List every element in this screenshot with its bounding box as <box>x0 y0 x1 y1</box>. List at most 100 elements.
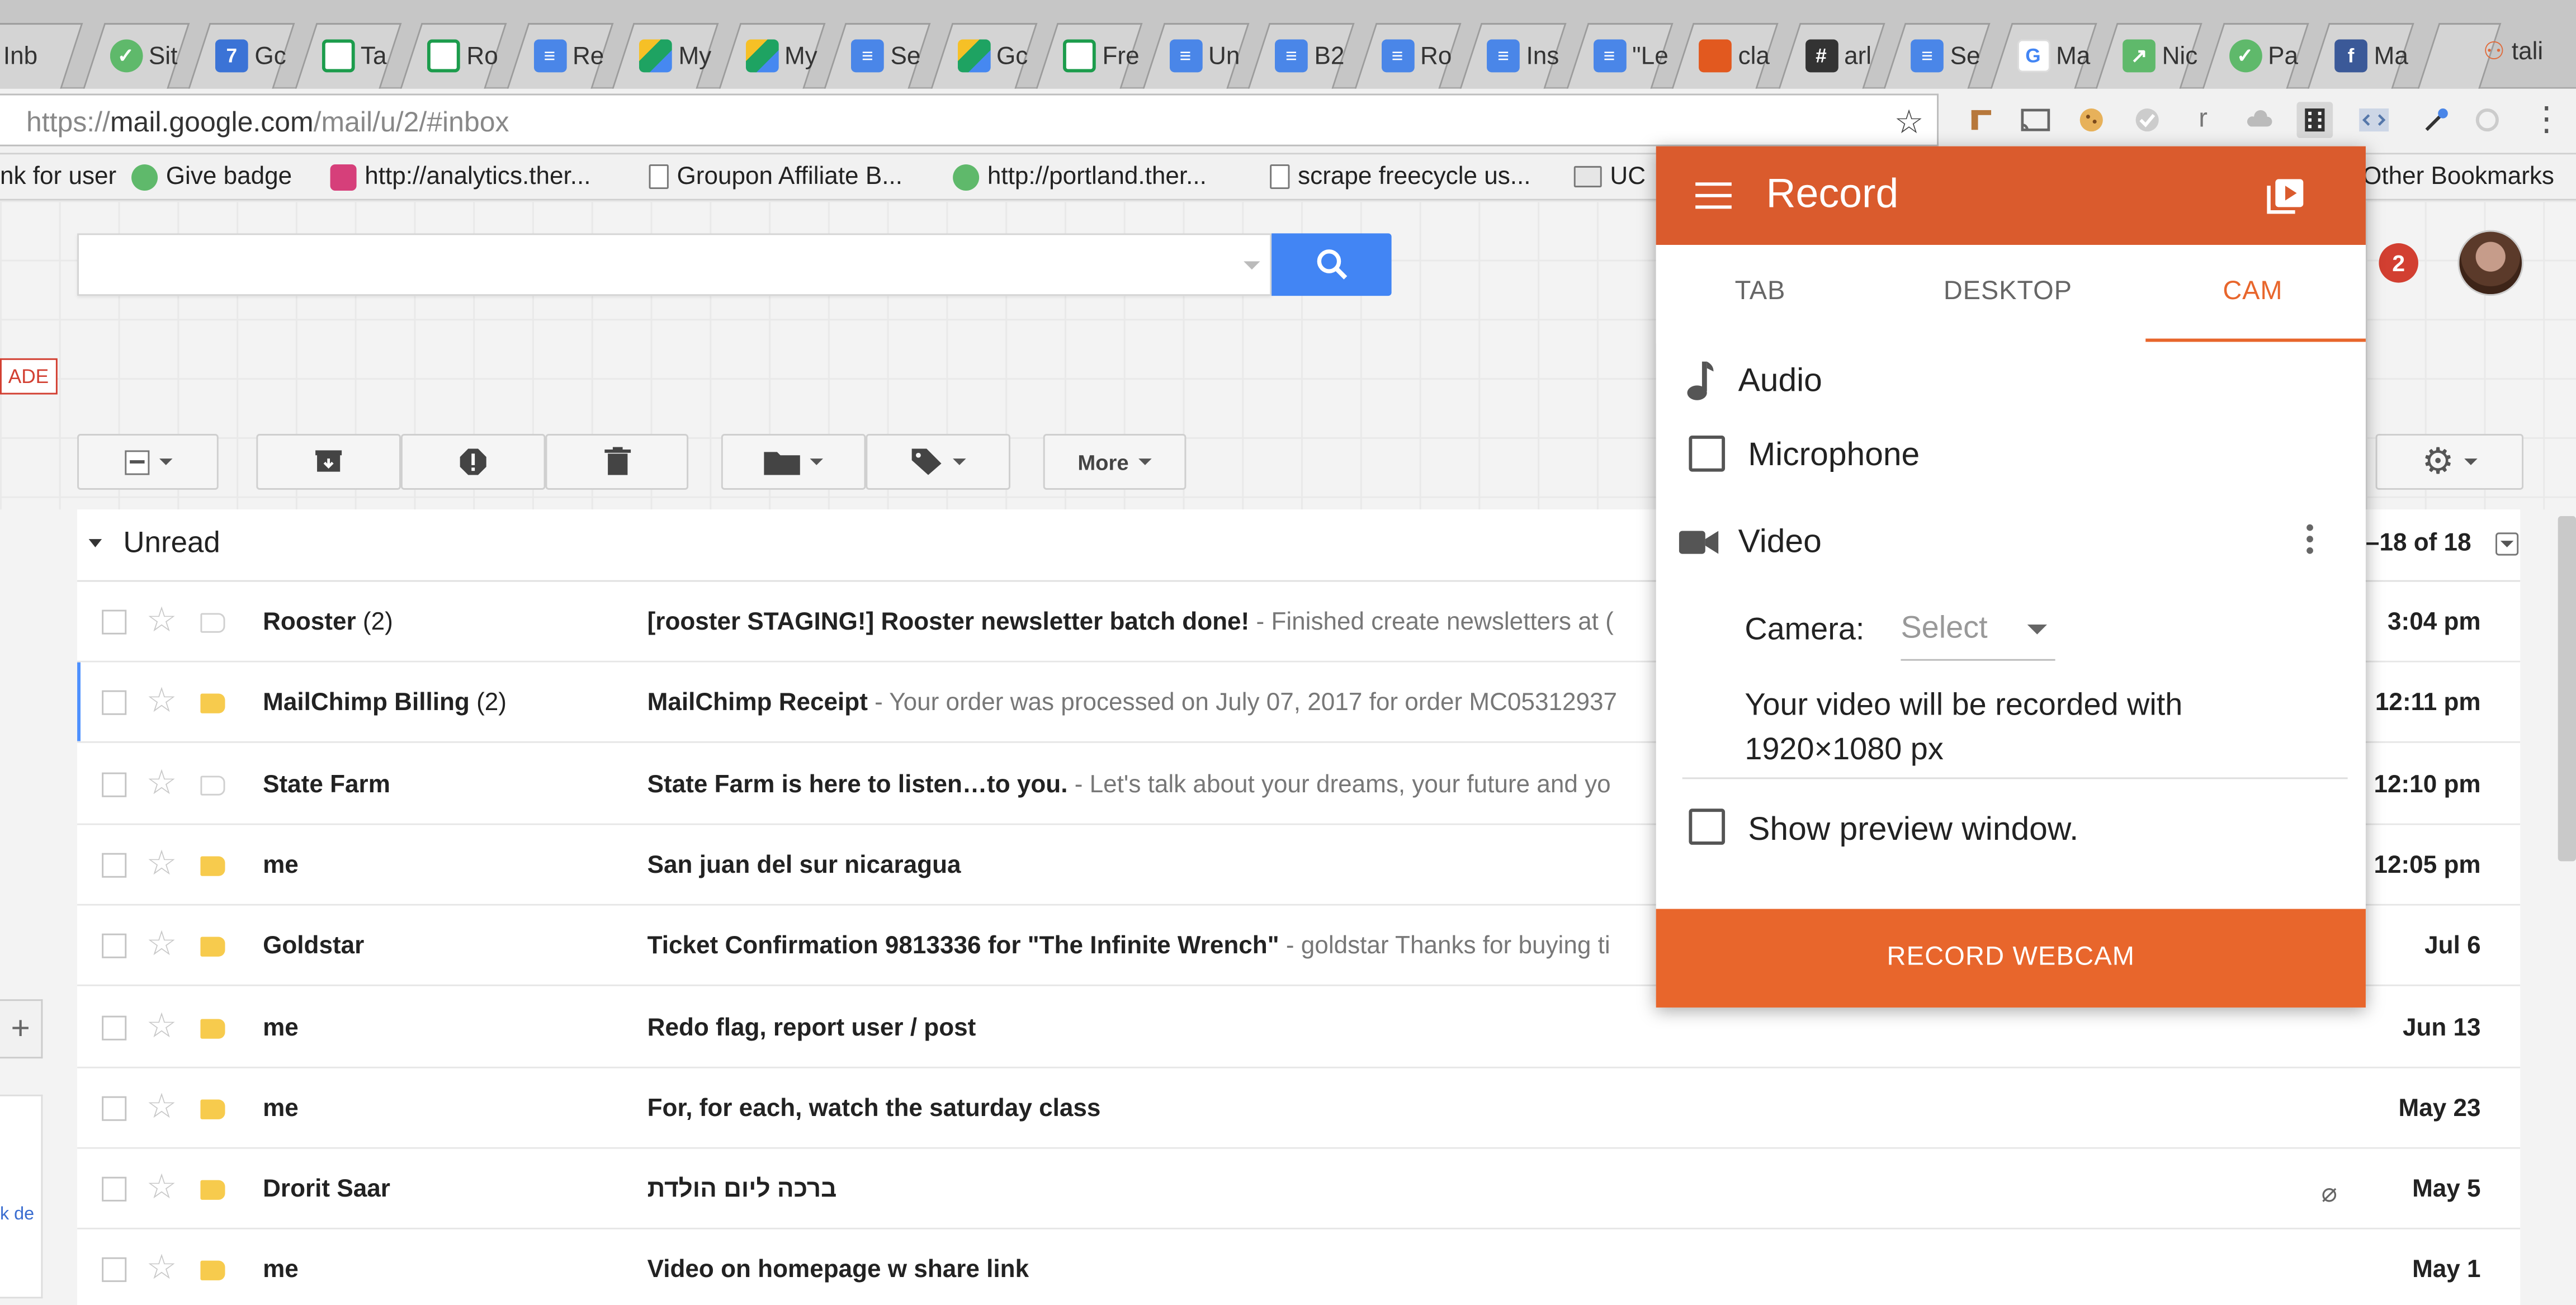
email-row[interactable]: ☆ Drorit Saar ברכה ליום הולדת ⌀ May 5 <box>77 1149 2521 1230</box>
recordings-library-icon[interactable] <box>2264 174 2306 225</box>
docs-favicon-icon: ≡ <box>1487 39 1520 73</box>
bookmark-folder[interactable]: UC <box>1573 163 1646 191</box>
bookmark-item[interactable]: http://portland.ther... <box>953 163 1207 191</box>
browser-tab-content: Ro <box>427 23 513 89</box>
count-dropdown-button[interactable] <box>2495 532 2519 556</box>
row-checkbox[interactable] <box>102 934 127 959</box>
row-checkbox[interactable] <box>102 609 127 635</box>
browser-menu-icon[interactable]: ⋮ <box>2530 98 2563 139</box>
email-snippet: - Finished create newsletters at ( <box>1249 608 1614 636</box>
select-checkbox-button[interactable] <box>77 434 219 490</box>
profile-name[interactable]: ⚇ tali <box>2483 36 2544 66</box>
green-circle-favicon-icon <box>131 163 158 190</box>
importance-marker-icon[interactable] <box>200 1180 225 1200</box>
importance-marker-icon[interactable] <box>200 694 225 714</box>
extension-icon-r[interactable]: r <box>2185 102 2221 138</box>
importance-marker-icon[interactable] <box>200 1018 225 1038</box>
docs-favicon-icon: ≡ <box>533 39 566 73</box>
email-date: May 1 <box>2412 1256 2481 1284</box>
extension-icon-1[interactable] <box>1963 102 2000 138</box>
star-icon[interactable]: ☆ <box>146 843 177 884</box>
importance-marker-icon[interactable] <box>200 613 225 633</box>
address-bar[interactable]: https://mail.google.com/mail/u/2/#inbox … <box>0 93 1939 146</box>
more-label: More <box>1077 449 1129 475</box>
row-checkbox[interactable] <box>102 853 127 878</box>
email-row[interactable]: ☆ me Video on homepage w share link May 1 <box>77 1230 2521 1305</box>
search-button[interactable] <box>1272 233 1392 296</box>
email-row[interactable]: ☆ me For, for each, watch the saturday cl… <box>77 1068 2521 1149</box>
importance-marker-icon[interactable] <box>200 937 225 957</box>
extension-icon-4[interactable] <box>2129 102 2166 138</box>
report-spam-button[interactable] <box>400 434 546 490</box>
bookmark-star-icon[interactable]: ☆ <box>1894 102 1924 143</box>
cast-icon[interactable] <box>2017 102 2054 138</box>
account-avatar[interactable] <box>2457 230 2523 296</box>
tab-cam[interactable]: CAM <box>2223 278 2282 308</box>
browser-tab-label: Ro <box>1420 41 1452 70</box>
row-checkbox[interactable] <box>102 1015 127 1040</box>
cookie-icon[interactable] <box>2073 102 2110 138</box>
scrollbar-thumb[interactable] <box>2558 516 2576 862</box>
importance-marker-icon[interactable] <box>200 1099 225 1119</box>
sender-name: MailChimp Billing <box>263 689 470 717</box>
extension-icon-disabled[interactable] <box>2469 102 2506 138</box>
eyedropper-icon[interactable] <box>2418 102 2455 138</box>
row-checkbox[interactable] <box>102 1096 127 1121</box>
bookmark-item[interactable]: Groupon Affiliate B... <box>649 163 902 191</box>
collapse-arrow-icon[interactable] <box>88 539 102 547</box>
preview-window-label: Show preview window. <box>1748 812 2079 848</box>
camera-select[interactable]: Select <box>1901 612 2055 661</box>
hamburger-menu-icon[interactable] <box>1695 182 1732 217</box>
extension-icon-cloud[interactable] <box>2241 102 2277 138</box>
archive-button[interactable] <box>256 434 401 490</box>
browser-tab-label: My <box>784 41 817 70</box>
bookmark-item[interactable]: http://analytics.ther... <box>330 163 590 191</box>
star-icon[interactable]: ☆ <box>146 1086 177 1127</box>
code-extension-icon[interactable] <box>2356 102 2392 138</box>
bookmark-item[interactable]: nk for user <box>0 163 116 191</box>
star-icon[interactable]: ☆ <box>146 1167 177 1208</box>
mail-search-input[interactable] <box>77 233 1272 296</box>
notification-badge[interactable]: 2 <box>2379 243 2418 283</box>
row-checkbox[interactable] <box>102 1176 127 1202</box>
browser-tab-content: ≡ Ro <box>1381 23 1467 89</box>
chevron-down-icon[interactable] <box>2027 625 2047 635</box>
star-icon[interactable]: ☆ <box>146 681 177 722</box>
microphone-checkbox[interactable] <box>1689 435 1726 472</box>
search-options-caret-icon[interactable] <box>1244 261 1260 270</box>
row-checkbox[interactable] <box>102 691 127 716</box>
record-extension-icon[interactable] <box>2296 102 2333 138</box>
settings-button[interactable]: ⚙ <box>2375 434 2523 490</box>
add-icon[interactable]: + <box>0 999 43 1059</box>
labels-button[interactable] <box>866 434 1010 490</box>
delete-button[interactable] <box>545 434 689 490</box>
bookmark-item[interactable]: scrape freecycle us... <box>1270 163 1531 191</box>
more-button[interactable]: More <box>1043 434 1187 490</box>
email-snippet: - goldstar Thanks for buying ti <box>1279 932 1610 961</box>
upgrade-badge[interactable]: ADE <box>0 358 57 395</box>
star-icon[interactable]: ☆ <box>146 1248 177 1289</box>
record-webcam-button[interactable]: RECORD WEBCAM <box>1656 909 2366 1008</box>
tab-tab[interactable]: TAB <box>1735 278 1786 308</box>
importance-marker-icon[interactable] <box>200 775 225 795</box>
browser-tab-content: Gc <box>957 23 1042 89</box>
email-subject-line: Redo flag, report user / post <box>647 1013 1732 1041</box>
chevron-down-icon <box>2500 541 2514 547</box>
video-options-icon[interactable] <box>2306 524 2313 559</box>
bookmark-item[interactable]: Give badge <box>131 163 292 191</box>
preview-window-checkbox[interactable] <box>1689 808 1726 845</box>
tab-desktop[interactable]: DESKTOP <box>1944 278 2072 308</box>
star-icon[interactable]: ☆ <box>146 600 177 641</box>
star-icon[interactable]: ☆ <box>146 924 177 965</box>
calendar-favicon-icon: 7 <box>215 39 248 73</box>
importance-marker-icon[interactable] <box>200 1261 225 1282</box>
email-snippet: - Let's talk about your dreams, your fut… <box>1067 770 1611 798</box>
move-to-button[interactable] <box>721 434 866 490</box>
other-bookmarks[interactable]: Other Bookmarks <box>2362 163 2554 191</box>
row-checkbox[interactable] <box>102 772 127 797</box>
star-icon[interactable]: ☆ <box>146 1005 177 1046</box>
star-icon[interactable]: ☆ <box>146 762 177 803</box>
row-checkbox[interactable] <box>102 1257 127 1283</box>
importance-marker-icon[interactable] <box>200 856 225 876</box>
email-sender: me <box>263 1256 299 1284</box>
